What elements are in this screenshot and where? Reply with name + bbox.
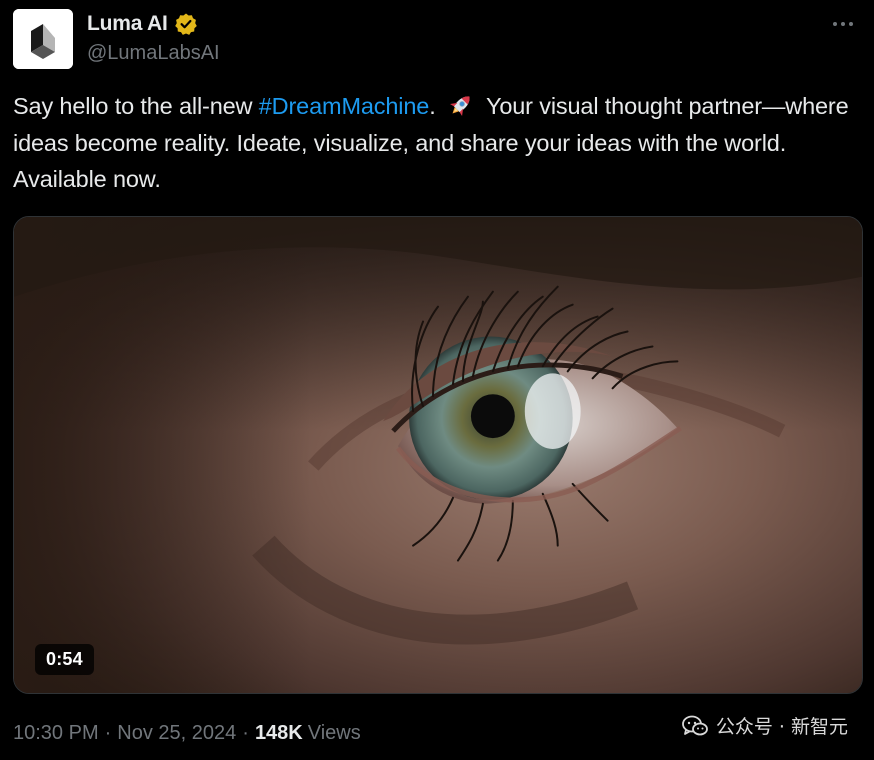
more-options-icon[interactable] xyxy=(826,14,860,34)
luma-cube-logo-icon xyxy=(13,9,73,69)
tweet-date[interactable]: Nov 25, 2024 xyxy=(117,722,236,745)
tweet-meta: 10:30 PM · Nov 25, 2024 · 148K Views xyxy=(13,722,361,745)
verified-badge-icon xyxy=(174,13,197,35)
display-name[interactable]: Luma AI xyxy=(87,12,168,36)
user-handle[interactable]: @LumaLabsAI xyxy=(87,42,220,65)
video-duration-badge: 0:54 xyxy=(35,644,94,675)
watermark-text: 公众号 · 新智元 xyxy=(715,716,848,738)
tweet-text-part: Say hello to the all-new xyxy=(13,93,259,119)
tweet-text: Say hello to the all-new #DreamMachine. … xyxy=(13,88,865,198)
meta-separator: · xyxy=(242,722,249,744)
avatar[interactable] xyxy=(13,9,73,69)
wechat-icon xyxy=(681,715,708,735)
meta-separator: · xyxy=(104,722,112,744)
tweet-time[interactable]: 10:30 PM xyxy=(13,722,99,745)
wechat-watermark: 公众号 · 新智元 xyxy=(681,712,848,739)
views-count[interactable]: 148K xyxy=(255,722,303,745)
tweet-text-part: . xyxy=(429,93,442,119)
views-label[interactable]: Views xyxy=(308,722,361,745)
rocket-icon xyxy=(450,96,470,116)
display-name-row[interactable]: Luma AI xyxy=(87,12,198,36)
hashtag-link[interactable]: #DreamMachine xyxy=(259,93,430,119)
tweet-card: Luma AI @LumaLabsAI Say hello to the all… xyxy=(0,0,874,760)
video-player[interactable]: 0:54 xyxy=(13,216,863,694)
video-thumbnail xyxy=(14,217,862,693)
